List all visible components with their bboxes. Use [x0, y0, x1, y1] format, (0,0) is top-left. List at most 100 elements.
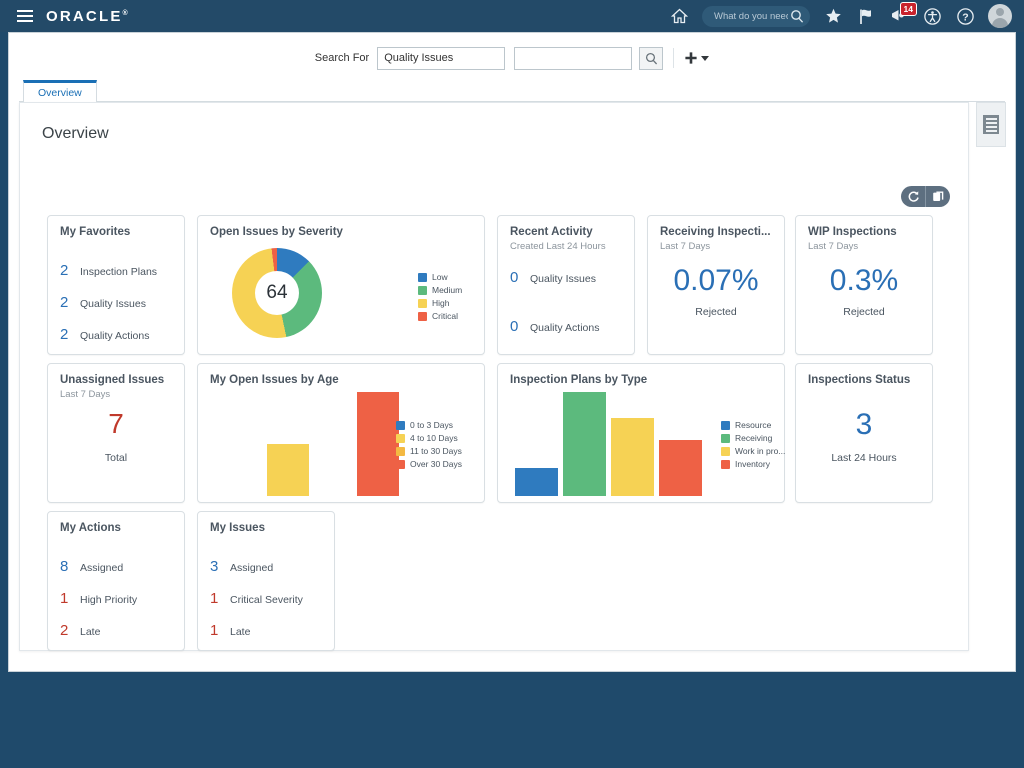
metric-caption: Total	[104, 452, 128, 464]
bar-receiving[interactable]	[562, 392, 606, 496]
accessibility-icon[interactable]	[922, 6, 942, 26]
bar-inventory[interactable]	[658, 440, 702, 496]
tile-inspection-plans-by-type[interactable]: Inspection Plans by Type Resource Receiv…	[497, 363, 785, 503]
star-icon[interactable]	[823, 6, 843, 26]
list-item[interactable]: 2 Inspection Plans	[60, 262, 157, 279]
count-label: Quality Actions	[530, 322, 600, 334]
hamburger-menu-icon[interactable]	[8, 0, 42, 32]
count-value: 3	[210, 558, 219, 575]
bar-work-in-process[interactable]	[610, 418, 654, 496]
search-icon[interactable]	[790, 9, 804, 23]
tile-my-favorites[interactable]: My Favorites 2 Inspection Plans 2 Qualit…	[47, 215, 185, 355]
tile-wip-inspections[interactable]: WIP Inspections Last 7 Days 0.3% Rejecte…	[795, 215, 933, 355]
legend-item[interactable]: Over 30 Days	[396, 459, 462, 469]
search-for-label: Search For	[314, 52, 370, 64]
count-value: 0	[510, 269, 519, 286]
legend-swatch	[721, 420, 730, 430]
tile-subtitle: Last 7 Days	[660, 241, 711, 252]
count-value: 1	[210, 622, 219, 639]
tile-unassigned-issues[interactable]: Unassigned Issues Last 7 Days 7 Total	[47, 363, 185, 503]
tile-my-open-issues-by-age[interactable]: My Open Issues by Age 0 to 3 Days 4 to 1…	[197, 363, 485, 503]
donut-chart: 64	[232, 248, 322, 338]
legend-item[interactable]: Work in pro...	[721, 446, 785, 456]
count-value: 0	[510, 318, 519, 335]
legend-item[interactable]: Low	[418, 272, 462, 282]
bar-over-30-days[interactable]	[356, 392, 399, 496]
search-category-value: Quality Issues	[384, 52, 454, 64]
bar-resource[interactable]	[514, 468, 558, 496]
legend-item[interactable]: 4 to 10 Days	[396, 433, 462, 443]
legend-swatch	[418, 298, 427, 308]
chevron-down-icon[interactable]	[701, 55, 710, 61]
metric-value: 0.3%	[829, 264, 899, 297]
legend-item[interactable]: Critical	[418, 311, 462, 321]
legend-label: Medium	[432, 285, 463, 295]
list-item[interactable]: 0 Quality Issues	[510, 269, 596, 286]
list-item[interactable]: 3 Assigned	[210, 558, 273, 575]
tile-my-actions[interactable]: My Actions 8 Assigned 1 High Priority 2 …	[47, 511, 185, 651]
count-label: Inspection Plans	[80, 266, 158, 278]
legend-swatch	[396, 459, 405, 469]
count-label: Quality Issues	[530, 273, 596, 285]
legend-item[interactable]: Resource	[721, 420, 785, 430]
bell-icon[interactable]: 14	[889, 2, 917, 26]
home-icon[interactable]	[669, 6, 689, 26]
tile-title: My Actions	[60, 522, 121, 534]
pages-icon[interactable]	[926, 186, 950, 207]
list-item[interactable]: 1 High Priority	[60, 590, 137, 607]
legend-label: 0 to 3 Days	[410, 420, 453, 430]
legend-label: Receiving	[735, 433, 773, 443]
list-item[interactable]: 2 Quality Actions	[60, 326, 149, 343]
legend-item[interactable]: 11 to 30 Days	[396, 446, 462, 456]
notification-badge: 14	[899, 2, 917, 16]
tile-receiving-inspections[interactable]: Receiving Inspecti... Last 7 Days 0.07% …	[647, 215, 785, 355]
tile-title: Unassigned Issues	[60, 374, 165, 386]
legend-item[interactable]: 0 to 3 Days	[396, 420, 462, 430]
tile-title: Recent Activity	[510, 226, 593, 238]
legend-item[interactable]: Receiving	[721, 433, 785, 443]
legend-label: 4 to 10 Days	[410, 433, 458, 443]
list-item[interactable]: 1 Late	[210, 622, 250, 639]
flag-icon[interactable]	[856, 6, 876, 26]
bar-chart	[512, 392, 704, 496]
global-search[interactable]	[702, 5, 810, 27]
search-go-button[interactable]	[639, 46, 664, 70]
legend-item[interactable]: Medium	[418, 285, 462, 295]
legend-label: Inventory	[735, 459, 770, 469]
tile-open-issues-by-severity[interactable]: Open Issues by Severity 64 Low Medium Hi…	[197, 215, 485, 355]
help-icon[interactable]: ?	[955, 6, 975, 26]
legend-label: Low	[432, 272, 448, 282]
legend-item[interactable]: High	[418, 298, 462, 308]
donut-center-value: 64	[266, 282, 288, 303]
search-category-select[interactable]: Quality Issues	[377, 46, 506, 70]
user-avatar[interactable]	[988, 4, 1012, 28]
metric-value: 3	[855, 408, 873, 441]
tile-subtitle: Created Last 24 Hours	[510, 241, 606, 252]
toolbar-divider	[673, 48, 675, 68]
tile-my-issues[interactable]: My Issues 3 Assigned 1 Critical Severity…	[197, 511, 335, 651]
list-item[interactable]: 1 Critical Severity	[210, 590, 303, 607]
count-label: Quality Issues	[80, 298, 146, 310]
bar-chart	[220, 392, 400, 496]
bar-4-to-10-days[interactable]	[266, 444, 309, 496]
list-item[interactable]: 8 Assigned	[60, 558, 123, 575]
search-icon	[645, 52, 657, 64]
legend-swatch	[396, 433, 405, 443]
list-item[interactable]: 2 Quality Issues	[60, 294, 146, 311]
tile-recent-activity[interactable]: Recent Activity Created Last 24 Hours 0 …	[497, 215, 635, 355]
tile-subtitle: Last 7 Days	[60, 389, 111, 400]
legend-item[interactable]: Inventory	[721, 459, 785, 469]
refresh-icon[interactable]	[901, 186, 925, 207]
tile-inspections-status[interactable]: Inspections Status 3 Last 24 Hours	[795, 363, 933, 503]
side-panel-toggle[interactable]	[976, 102, 1006, 147]
oracle-logo: ORACLE®	[46, 8, 128, 25]
metric-value: 0.07%	[673, 264, 759, 297]
tile-title: My Favorites	[60, 226, 131, 238]
global-search-input[interactable]	[712, 9, 790, 23]
list-item[interactable]: 0 Quality Actions	[510, 318, 599, 335]
list-item[interactable]: 2 Late	[60, 622, 100, 639]
search-query-input[interactable]	[514, 46, 633, 70]
add-button[interactable]	[684, 51, 710, 65]
tab-overview[interactable]: Overview	[23, 80, 97, 102]
metric-caption: Rejected	[843, 306, 885, 318]
